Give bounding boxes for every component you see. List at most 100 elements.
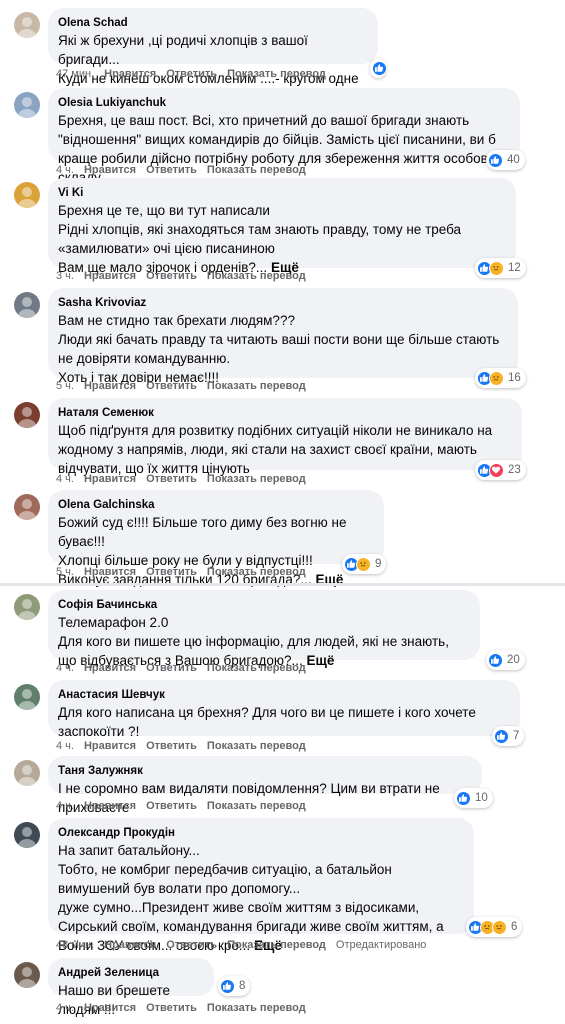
reply-button[interactable]: Ответить (166, 68, 217, 80)
like-reaction-icon (372, 60, 387, 76)
reaction-summary[interactable]: 6 (466, 917, 523, 937)
comment-body: Брехня це те, що ви тут написали Рідні х… (58, 203, 462, 275)
comment-text: Щоб підґрунтя для розвитку подібних ситу… (58, 421, 510, 478)
comment-author[interactable]: Sasha Krivoviaz (58, 295, 506, 311)
reaction-summary[interactable]: 10 (454, 788, 493, 808)
avatar[interactable] (14, 292, 40, 318)
comment-body: Вам не стидно так брехати людям??? Люди … (58, 313, 500, 385)
reaction-summary[interactable]: 9 (342, 554, 387, 574)
reply-button[interactable]: Ответить (146, 800, 197, 812)
comment-author[interactable]: Olesia Lukiyanchuk (58, 95, 508, 111)
comment-body: Щоб підґрунтя для розвитку подібних ситу… (58, 423, 493, 476)
comment-actions: 5 ч. Нравится Ответить Показать перевод (56, 566, 316, 578)
reaction-summary[interactable]: 7 (492, 726, 525, 746)
comment-author[interactable]: Софія Бачинська (58, 597, 468, 613)
comment-time: 4 ч. (56, 800, 74, 812)
comment-author[interactable]: Андрей Зеленица (58, 965, 202, 981)
comment-bubble: Наталя Семенюк Щоб підґрунтя для розвитку… (48, 398, 522, 476)
reaction-count: 16 (508, 372, 521, 384)
avatar[interactable] (14, 594, 40, 620)
comment-time: 3 ч. (56, 270, 74, 282)
comment-author[interactable]: Таня Залужняк (58, 763, 470, 779)
comment-author[interactable]: Olena Galchinska (58, 497, 372, 513)
like-reaction-icon (488, 652, 503, 668)
like-button[interactable]: Нравится (84, 473, 136, 485)
avatar[interactable] (14, 822, 40, 848)
reaction-count: 10 (475, 792, 488, 804)
like-reaction-icon (456, 790, 471, 806)
comment-body: На запит батальйону... Тобто, не комбриг… (58, 843, 444, 953)
translate-button[interactable]: Показать перевод (207, 740, 306, 752)
reply-button[interactable]: Ответить (146, 740, 197, 752)
reaction-summary[interactable]: 23 (475, 460, 526, 480)
reply-button[interactable]: Ответить (146, 1002, 197, 1014)
reply-button[interactable]: Ответить (166, 939, 217, 951)
love-reaction-icon (489, 462, 504, 478)
like-reaction-icon (220, 978, 235, 994)
translate-button[interactable]: Показать перевод (227, 939, 326, 951)
translate-button[interactable]: Показать перевод (207, 662, 306, 674)
reaction-summary[interactable]: 40 (486, 150, 525, 170)
reaction-summary[interactable]: 8 (218, 976, 251, 996)
like-button[interactable]: Нравится (84, 380, 136, 392)
edited-label: Отредактировано (335, 939, 427, 951)
like-button[interactable]: Нравится (84, 800, 136, 812)
comment-actions: 48 мин. Нравится Ответить Показать перевод О… (56, 939, 436, 951)
comment-text: На запит батальйону... Тобто, не комбриг… (58, 841, 462, 955)
comment-author[interactable]: Olena Schad (58, 15, 366, 31)
like-button[interactable]: Нравится (84, 1002, 136, 1014)
avatar[interactable] (14, 494, 40, 520)
like-button[interactable]: Нравится (84, 164, 136, 176)
reply-button[interactable]: Ответить (146, 473, 197, 485)
comment-actions: 4 ч. Нравится Ответить Показать перевод (56, 164, 316, 176)
comment-bubble: Olena Schad Які ж брехуни ,ці родичі хлоп… (48, 8, 378, 105)
comment-body: Телемарафон 2.0 Для кого ви пишете цю ін… (58, 615, 449, 668)
reaction-summary[interactable]: 12 (475, 258, 526, 278)
translate-button[interactable]: Показать перевод (207, 380, 306, 392)
comment-author[interactable]: Анастасия Шевчук (58, 687, 508, 703)
comment-text: Для кого написана ця брехня? Для чого ви… (58, 703, 508, 741)
reply-button[interactable]: Ответить (146, 662, 197, 674)
comment-time: 47 мин. (56, 68, 95, 80)
comment-bubble: Vi Ki Брехня це те, що ви тут написали Рі… (48, 178, 516, 275)
like-button[interactable]: Нравится (104, 68, 156, 80)
like-reaction-icon (488, 152, 503, 168)
comment-actions: 4 ч. Нравится Ответить Показать перевод (56, 740, 316, 752)
comment-actions: 47 мин. Нравится Ответить Показать перевод (56, 68, 336, 80)
translate-button[interactable]: Показать перевод (207, 473, 306, 485)
comment-author[interactable]: Наталя Семенюк (58, 405, 510, 421)
avatar[interactable] (14, 12, 40, 38)
avatar[interactable] (14, 760, 40, 786)
comment-author[interactable]: Vi Ki (58, 185, 504, 201)
avatar[interactable] (14, 962, 40, 988)
avatar[interactable] (14, 684, 40, 710)
translate-button[interactable]: Показать перевод (227, 68, 326, 80)
reply-button[interactable]: Ответить (146, 270, 197, 282)
comment-actions: 4 ч. Нравится Ответить Показать перевод (56, 1002, 316, 1014)
reaction-summary[interactable]: 20 (486, 650, 525, 670)
like-button[interactable]: Нравится (84, 662, 136, 674)
avatar[interactable] (14, 402, 40, 428)
translate-button[interactable]: Показать перевод (207, 800, 306, 812)
reply-button[interactable]: Ответить (146, 164, 197, 176)
comment-author[interactable]: Олександр Прокудін (58, 825, 462, 841)
reaction-count: 7 (513, 730, 520, 742)
comment-text: Вам не стидно так брехати людям??? Люди … (58, 311, 506, 387)
like-button[interactable]: Нравится (84, 566, 136, 578)
like-reaction-icon (494, 728, 509, 744)
translate-button[interactable]: Показать перевод (207, 1002, 306, 1014)
reaction-count: 20 (507, 654, 520, 666)
translate-button[interactable]: Показать перевод (207, 270, 306, 282)
translate-button[interactable]: Показать перевод (207, 566, 306, 578)
avatar[interactable] (14, 92, 40, 118)
reaction-summary[interactable]: 16 (475, 368, 526, 388)
comment-text: Брехня це те, що ви тут написали Рідні х… (58, 201, 504, 277)
reply-button[interactable]: Ответить (146, 380, 197, 392)
like-button[interactable]: Нравится (84, 740, 136, 752)
like-button[interactable]: Нравится (84, 270, 136, 282)
like-button[interactable]: Нравится (104, 939, 156, 951)
avatar[interactable] (14, 182, 40, 208)
reaction-summary[interactable] (370, 58, 387, 78)
reply-button[interactable]: Ответить (146, 566, 197, 578)
translate-button[interactable]: Показать перевод (207, 164, 306, 176)
